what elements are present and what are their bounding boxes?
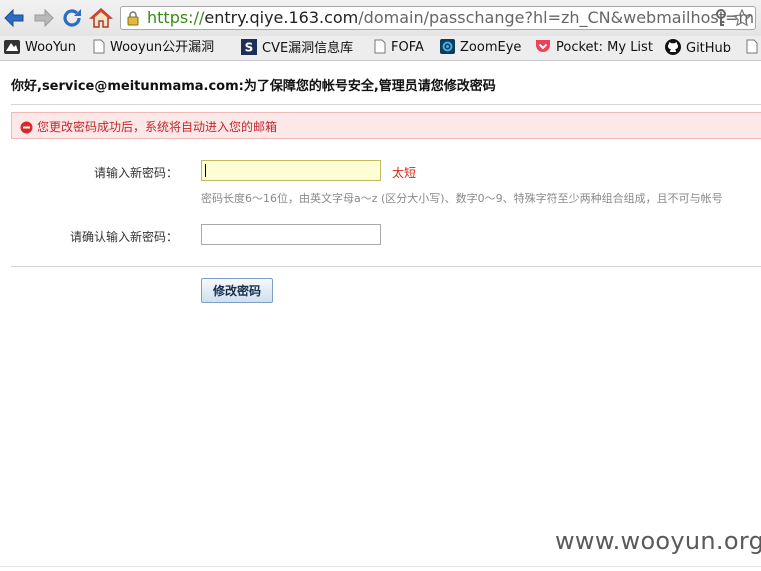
- svg-text:S: S: [245, 41, 254, 55]
- confirm-password-label: 请确认输入新密码：: [70, 230, 179, 244]
- bookmark-label: GitHub: [686, 41, 732, 56]
- bookmark-fofa[interactable]: FOFA: [374, 39, 424, 57]
- zoomeye-favicon: [440, 39, 455, 54]
- back-arrow-icon[interactable]: [3, 6, 27, 30]
- bookmark-wooyun[interactable]: WooYun: [4, 39, 76, 57]
- address-bar[interactable]: https://entry.qiye.163.com/domain/passch…: [120, 6, 756, 30]
- bookmark-label: Pocket: My List: [556, 40, 653, 55]
- bookmark-cve[interactable]: S CVE漏洞信息库: [241, 39, 353, 57]
- divider: [11, 266, 761, 267]
- alert-message: 您更改密码成功后，系统将自动进入您的邮箱: [37, 120, 278, 134]
- bookmark-github[interactable]: GitHub: [665, 39, 731, 57]
- bookmark-label: CVE漏洞信息库: [262, 41, 354, 56]
- bookmark-label: ZoomEye: [460, 40, 522, 55]
- url-path: /domain/passchange?hl=zh_CN&webmailhost=…: [358, 8, 756, 27]
- divider: [11, 104, 761, 105]
- bookmark-label: WooYun: [25, 40, 76, 55]
- new-password-input[interactable]: [201, 160, 381, 181]
- page-icon: [93, 39, 105, 54]
- strength-error: 太短: [392, 166, 417, 180]
- watermark: www.wooyun.org: [555, 527, 761, 555]
- wooyun-favicon: [4, 40, 20, 54]
- new-password-label: 请输入新密码：: [94, 166, 179, 180]
- url-scheme: https://: [147, 8, 205, 27]
- bookmark-star-icon[interactable]: [732, 8, 752, 29]
- bookmark-pocket[interactable]: Pocket: My List: [535, 39, 653, 57]
- text-caret: [205, 164, 206, 177]
- bookmarks-bar: WooYun Wooyun公开漏洞 S CVE漏洞信息库 FOFA ZoomEye…: [0, 36, 761, 61]
- divider: [0, 566, 761, 567]
- home-icon[interactable]: [89, 6, 113, 30]
- pocket-icon: [536, 40, 550, 52]
- stop-icon: [20, 119, 33, 138]
- change-password-button[interactable]: 修改密码: [201, 278, 273, 303]
- bookmark-zoomeye[interactable]: ZoomEye: [440, 39, 521, 57]
- bookmark-label: FOFA: [391, 40, 424, 55]
- github-icon: [665, 39, 681, 55]
- lock-icon: [126, 11, 140, 29]
- page-icon: [746, 39, 758, 54]
- confirm-password-input[interactable]: [201, 224, 381, 245]
- url-host: entry.qiye.163.com: [204, 8, 359, 27]
- forward-arrow-icon[interactable]: [31, 6, 55, 30]
- reload-icon[interactable]: [60, 6, 84, 30]
- password-hint: 密码长度6～16位，由英文字母a～z (区分大小写)、数字0～9、特殊字符至少两…: [201, 192, 723, 205]
- page-title: 你好,service@meitunmama.com:为了保障您的帐号安全,管理员…: [11, 79, 496, 94]
- page-icon: [374, 39, 386, 54]
- key-icon[interactable]: [713, 9, 729, 29]
- bookmark-overflow[interactable]: [746, 39, 761, 57]
- info-alert: 您更改密码成功后，系统将自动进入您的邮箱: [11, 112, 761, 139]
- bookmark-label: Wooyun公开漏洞: [110, 40, 215, 55]
- bookmark-wooyun-public[interactable]: Wooyun公开漏洞: [93, 39, 214, 57]
- browser-toolbar: https://entry.qiye.163.com/domain/passch…: [0, 0, 761, 36]
- cve-favicon: S: [241, 39, 257, 55]
- url-text: https://entry.qiye.163.com/domain/passch…: [147, 8, 756, 28]
